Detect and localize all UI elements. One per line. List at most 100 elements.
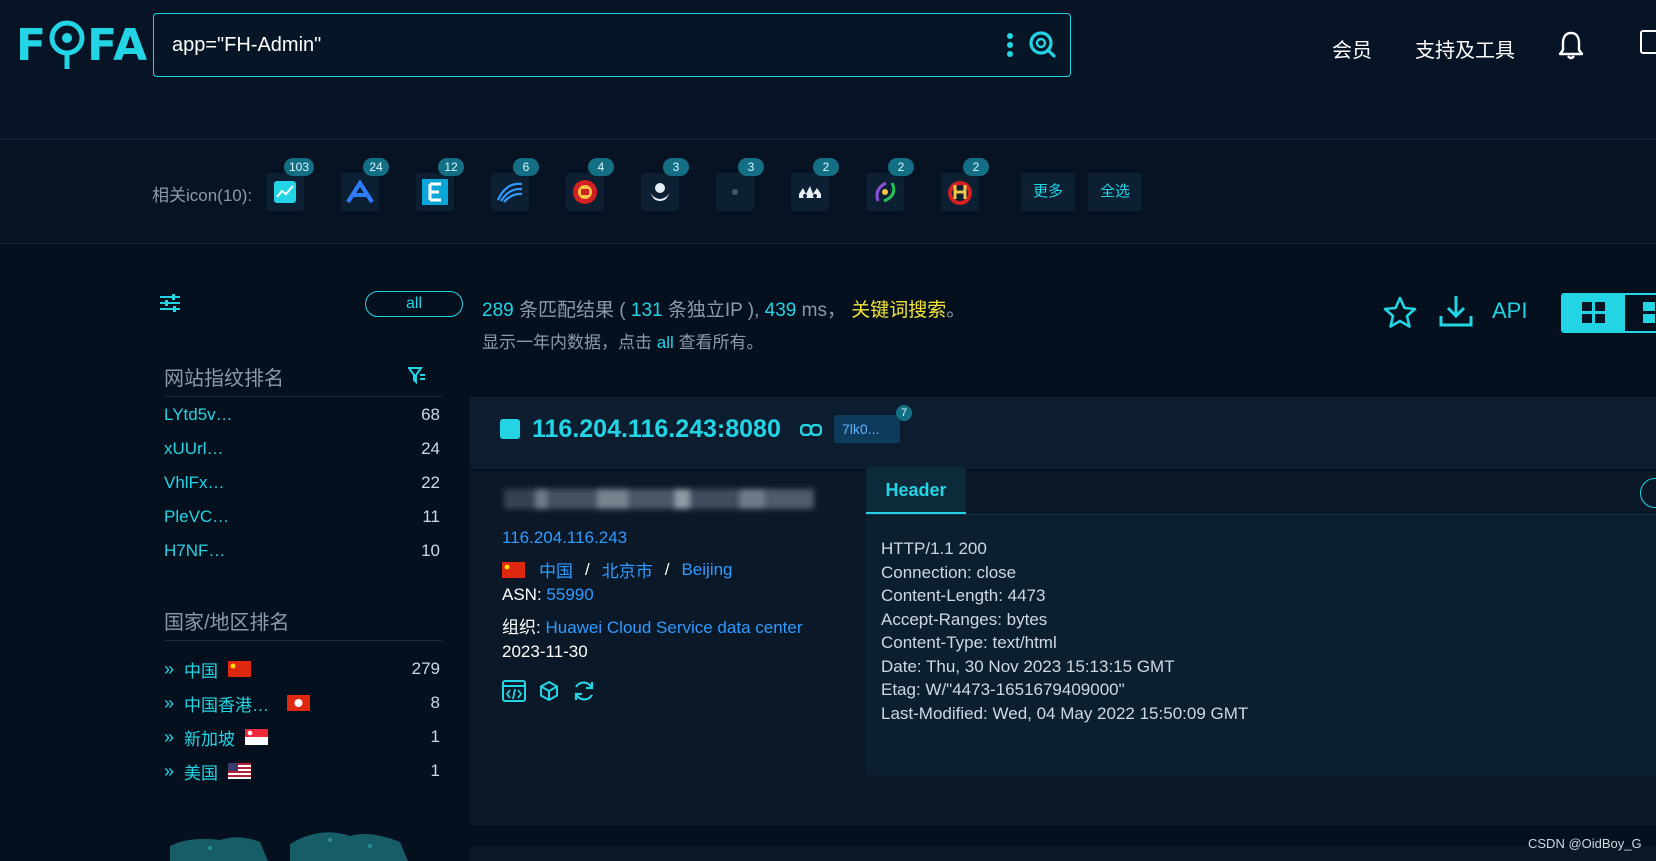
icon-count-badge: 2 xyxy=(813,158,839,176)
icon-count-badge: 12 xyxy=(438,158,464,176)
star-icon[interactable] xyxy=(1383,296,1417,333)
list-icon xyxy=(1643,302,1655,323)
refresh-icon[interactable] xyxy=(572,680,596,707)
result-card: 116.204.116.243:8080 7lk0... 7 116.204.11… xyxy=(470,397,1656,825)
related-icon-emblem[interactable]: 4 xyxy=(566,158,614,211)
icon-count-badge: 3 xyxy=(663,158,689,176)
fingerprint-ranking-title: 网站指纹排名 xyxy=(164,368,284,390)
nav-tools[interactable]: 支持及工具 xyxy=(1415,34,1515,63)
api-button[interactable]: API xyxy=(1492,298,1527,324)
asn-row: ASN: 55990 xyxy=(502,585,594,604)
header-line: Content-Type: text/html xyxy=(881,633,1057,652)
country-item[interactable]: » 中国 279 xyxy=(164,656,440,682)
double-chevron-icon: » xyxy=(164,760,175,781)
next-result-card xyxy=(470,846,1656,861)
icon-count-badge: 103 xyxy=(283,158,314,176)
header-line: Accept-Ranges: bytes xyxy=(881,609,1048,629)
header-line: Etag: W/"4473-1651679409000" xyxy=(881,680,1125,699)
tag-count-badge: 7 xyxy=(896,405,912,421)
search-icon[interactable] xyxy=(1028,30,1056,63)
result-date: 2023-11-30 xyxy=(502,642,588,661)
icon-count-badge: 3 xyxy=(738,158,764,176)
results-summary-note: 显示一年内数据，点击 all 查看所有。 xyxy=(482,333,764,352)
show-all-link[interactable]: all xyxy=(657,333,674,352)
related-icon-e-logo[interactable]: 12 xyxy=(416,158,464,211)
icon-count-badge: 2 xyxy=(963,158,989,176)
asn-link[interactable]: 55990 xyxy=(546,585,593,604)
usa-flag-icon xyxy=(228,763,252,779)
http-header-content: HTTP/1.1 200 Connection: close Content-L… xyxy=(866,515,1656,775)
top-bar: F FA app="FH-Admin" 会员 支持及工具 xyxy=(0,0,1656,140)
header-line: Connection: close xyxy=(881,562,1017,582)
more-vertical-icon[interactable] xyxy=(1006,32,1014,63)
province-link[interactable]: 北京市 xyxy=(602,557,653,582)
icon-count-badge: 4 xyxy=(588,158,614,176)
tab-header[interactable]: Header xyxy=(866,467,966,514)
nav-member[interactable]: 会员 xyxy=(1332,34,1372,63)
code-icon[interactable] xyxy=(502,680,526,707)
double-chevron-icon: » xyxy=(164,658,175,679)
filter-funnel-icon[interactable] xyxy=(407,366,426,389)
org-row: 组织: Huawei Cloud Service data center xyxy=(502,618,803,637)
related-icon-chart[interactable]: 103 xyxy=(266,158,314,211)
related-icon-swirl[interactable]: 2 xyxy=(866,158,914,211)
watermark: CSDN @OidBoy_G xyxy=(1528,836,1642,851)
result-ip-link[interactable]: 116.204.116.243 xyxy=(502,528,627,548)
icon-count-badge: 24 xyxy=(363,158,389,176)
fingerprint-item[interactable]: VhlFx… 22 xyxy=(164,473,440,499)
icon-count-badge: 6 xyxy=(513,158,539,176)
related-icons-label: 相关icon(10): xyxy=(152,186,253,205)
select-all-button[interactable]: 全选 xyxy=(1088,173,1143,211)
fofa-logo[interactable]: F FA xyxy=(16,19,148,71)
search-input[interactable]: app="FH-Admin" xyxy=(172,34,321,57)
divider xyxy=(164,640,442,641)
tab-expand-button[interactable] xyxy=(1640,478,1656,508)
fingerprint-item[interactable]: PleVC… 11 xyxy=(164,507,440,533)
fingerprint-item[interactable]: H7NF… 10 xyxy=(164,541,440,567)
fingerprint-item[interactable]: xUUrl… 24 xyxy=(164,439,440,465)
related-icon-hands[interactable]: 3 xyxy=(641,158,689,211)
country-item[interactable]: » 新加坡 1 xyxy=(164,724,440,750)
search-box[interactable]: app="FH-Admin" xyxy=(153,13,1071,77)
china-flag-icon xyxy=(228,661,252,677)
fingerprint-tag[interactable]: 7lk0... 7 xyxy=(834,405,912,443)
fingerprint-item[interactable]: LYtd5v… 68 xyxy=(164,405,440,431)
country-item[interactable]: » 美国 1 xyxy=(164,758,440,784)
org-link[interactable]: Huawei Cloud Service data center xyxy=(545,618,802,637)
redacted-title xyxy=(504,489,814,509)
language-icon[interactable] xyxy=(1640,30,1656,54)
related-icon-h-logo[interactable]: 2 xyxy=(941,158,989,211)
related-icon-wave[interactable]: 6 xyxy=(491,158,539,211)
site-favicon-icon xyxy=(500,419,520,439)
related-icon-a-logo[interactable]: 24 xyxy=(341,158,389,211)
bell-icon[interactable] xyxy=(1558,30,1584,65)
view-toggle[interactable] xyxy=(1561,293,1656,333)
filter-sliders-icon[interactable] xyxy=(160,294,180,317)
header-line: Last-Modified: Wed, 04 May 2022 15:50:09… xyxy=(881,703,1249,723)
related-icon-cloud[interactable]: 2 xyxy=(791,158,839,211)
hongkong-flag-icon xyxy=(287,695,311,711)
world-map-thumbnail[interactable] xyxy=(170,806,440,861)
download-icon[interactable] xyxy=(1438,294,1474,333)
related-icon-dot[interactable]: 3 xyxy=(716,158,764,211)
logo-o-glyph xyxy=(48,19,86,71)
header-line: HTTP/1.1 200 xyxy=(881,539,987,558)
result-card-header: 116.204.116.243:8080 7lk0... 7 xyxy=(470,397,1656,471)
country-link[interactable]: 中国 xyxy=(539,557,573,582)
grid-view-button[interactable] xyxy=(1563,295,1625,331)
all-filter-button[interactable]: all xyxy=(365,291,463,317)
double-chevron-icon: » xyxy=(164,692,175,713)
icon-count-badge: 2 xyxy=(888,158,914,176)
more-icons-button[interactable]: 更多 xyxy=(1021,173,1076,211)
divider xyxy=(164,396,442,397)
country-item[interactable]: » 中国香港… 8 xyxy=(164,690,440,716)
results-summary: 289 条匹配结果 ( 131 条独立IP ), 439 ms， 关键词搜索。 xyxy=(482,300,966,321)
list-view-button[interactable] xyxy=(1643,302,1655,329)
link-icon[interactable] xyxy=(799,423,823,441)
keyword-search-link[interactable]: 关键词搜索 xyxy=(851,300,946,321)
city-link[interactable]: Beijing xyxy=(681,560,732,580)
result-host-link[interactable]: 116.204.116.243:8080 xyxy=(532,415,781,444)
header-line: Date: Thu, 30 Nov 2023 15:13:15 GMT xyxy=(881,656,1175,676)
cube-icon[interactable] xyxy=(538,680,560,707)
country-ranking-title: 国家/地区排名 xyxy=(164,612,290,634)
